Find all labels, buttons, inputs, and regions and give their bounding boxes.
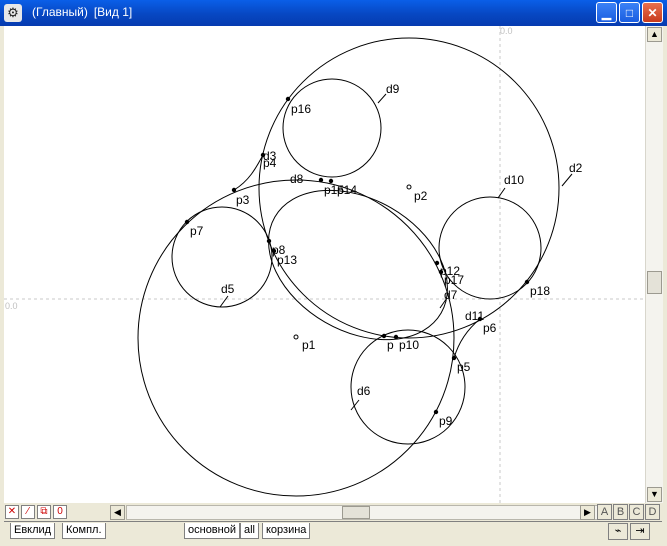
view-button-c[interactable]: C bbox=[629, 504, 644, 520]
scroll-left-button[interactable]: ◀ bbox=[110, 505, 125, 520]
tab-kompl[interactable]: Компл. bbox=[62, 523, 106, 539]
label-p2: p2 bbox=[414, 189, 428, 203]
label-d3: d3 bbox=[263, 149, 277, 163]
point-p15[interactable] bbox=[318, 177, 324, 183]
arrow-tool-button[interactable]: ⇥ bbox=[630, 523, 650, 540]
label-p9: p9 bbox=[439, 414, 453, 428]
leader-d5 bbox=[219, 295, 229, 308]
label-p7: p7 bbox=[190, 224, 204, 238]
label-d5: d5 bbox=[221, 282, 235, 296]
axis-label-top: 0.0 bbox=[500, 26, 513, 36]
pen-tool-button[interactable]: ⌁ bbox=[608, 523, 628, 540]
scroll-down-button[interactable]: ▼ bbox=[647, 487, 662, 502]
cancel-icon[interactable]: ✕ bbox=[5, 505, 19, 519]
horizontal-scrollbar[interactable] bbox=[126, 505, 598, 520]
point-p7[interactable] bbox=[184, 219, 190, 225]
label-p17: p17 bbox=[444, 273, 464, 287]
window-title: (Главный) [Вид 1] bbox=[32, 5, 138, 19]
app-icon[interactable]: ⚙ bbox=[4, 4, 22, 22]
copy-icon[interactable]: ⧉ bbox=[37, 505, 51, 519]
horizontal-scroll-thumb[interactable] bbox=[342, 506, 370, 519]
point-p2[interactable] bbox=[406, 184, 412, 190]
label-p13: p13 bbox=[277, 253, 297, 267]
leader-d2 bbox=[561, 173, 573, 187]
label-p10: p10 bbox=[399, 338, 419, 352]
axis-label-left: 0.0 bbox=[5, 301, 18, 311]
tab-korzina[interactable]: корзина bbox=[262, 523, 311, 539]
scroll-up-button[interactable]: ▲ bbox=[647, 27, 662, 42]
point-p8[interactable] bbox=[266, 238, 272, 244]
circle-d9[interactable] bbox=[282, 78, 382, 178]
minimize-button[interactable]: ▁ bbox=[596, 2, 617, 23]
line-tool-icon[interactable]: ⁄ bbox=[21, 505, 35, 519]
point-p5[interactable] bbox=[451, 355, 457, 361]
maximize-button[interactable]: □ bbox=[619, 2, 640, 23]
label-p11-partial: p bbox=[387, 338, 394, 352]
view-button-d[interactable]: D bbox=[645, 504, 660, 520]
label-d10: d10 bbox=[504, 173, 524, 187]
view-button-a[interactable]: A bbox=[597, 504, 612, 520]
label-p15: p15 bbox=[324, 183, 344, 197]
label-d11: d11 bbox=[465, 309, 484, 323]
label-p16: p16 bbox=[291, 102, 311, 116]
point-p12[interactable] bbox=[434, 260, 440, 266]
leader-d9 bbox=[377, 93, 387, 104]
tab-evklid[interactable]: Евклид bbox=[10, 523, 56, 539]
label-d6: d6 bbox=[357, 384, 371, 398]
curve-d11[interactable] bbox=[453, 318, 481, 359]
title-view: [Вид 1] bbox=[93, 5, 133, 19]
point-p18[interactable] bbox=[524, 279, 530, 285]
point-p3[interactable] bbox=[231, 187, 237, 193]
vertical-scroll-thumb[interactable] bbox=[647, 271, 662, 294]
scroll-right-button[interactable]: ▶ bbox=[580, 505, 595, 520]
point-p11[interactable] bbox=[381, 333, 387, 339]
label-p3: p3 bbox=[236, 193, 250, 207]
point-p9[interactable] bbox=[433, 409, 439, 415]
label-p1: p1 bbox=[302, 338, 316, 352]
title-bar: ⚙ (Главный) [Вид 1] ▁ □ ✕ bbox=[0, 0, 667, 26]
point-p10[interactable] bbox=[393, 334, 399, 340]
tab-osnovnoy[interactable]: основной bbox=[184, 523, 240, 539]
geometry-drawing[interactable]: 0.0 0.0 p1 p2 p3 p4 d3 p5 p6 p7 p8 p9 p1… bbox=[4, 26, 645, 503]
point-p1[interactable] bbox=[293, 334, 299, 340]
zero-counter[interactable]: 0 bbox=[53, 505, 67, 519]
vertical-scrollbar[interactable]: ▲ ▼ bbox=[645, 26, 663, 503]
view-button-b[interactable]: B bbox=[613, 504, 628, 520]
label-d7: d7 bbox=[444, 288, 458, 302]
leader-d10 bbox=[497, 187, 506, 199]
label-d9: d9 bbox=[386, 82, 400, 96]
bottom-toolbar: ✕ ⁄ ⧉ 0 ◀ ▶ A B C D bbox=[4, 503, 662, 521]
tab-all[interactable]: all bbox=[240, 523, 260, 539]
title-main: (Главный) bbox=[32, 5, 88, 19]
points bbox=[184, 96, 530, 415]
label-p18: p18 bbox=[530, 284, 550, 298]
close-button[interactable]: ✕ bbox=[642, 2, 663, 23]
label-d8: d8 bbox=[290, 172, 304, 186]
drawing-canvas[interactable]: 0.0 0.0 p1 p2 p3 p4 d3 p5 p6 p7 p8 p9 p1… bbox=[4, 26, 645, 503]
label-p6: p6 bbox=[483, 321, 497, 335]
tabs-row: Евклид Компл. основной all корзина ⌁ ⇥ bbox=[4, 521, 662, 542]
point-p16[interactable] bbox=[285, 96, 291, 102]
label-d2: d2 bbox=[569, 161, 583, 175]
label-p5: p5 bbox=[457, 360, 471, 374]
